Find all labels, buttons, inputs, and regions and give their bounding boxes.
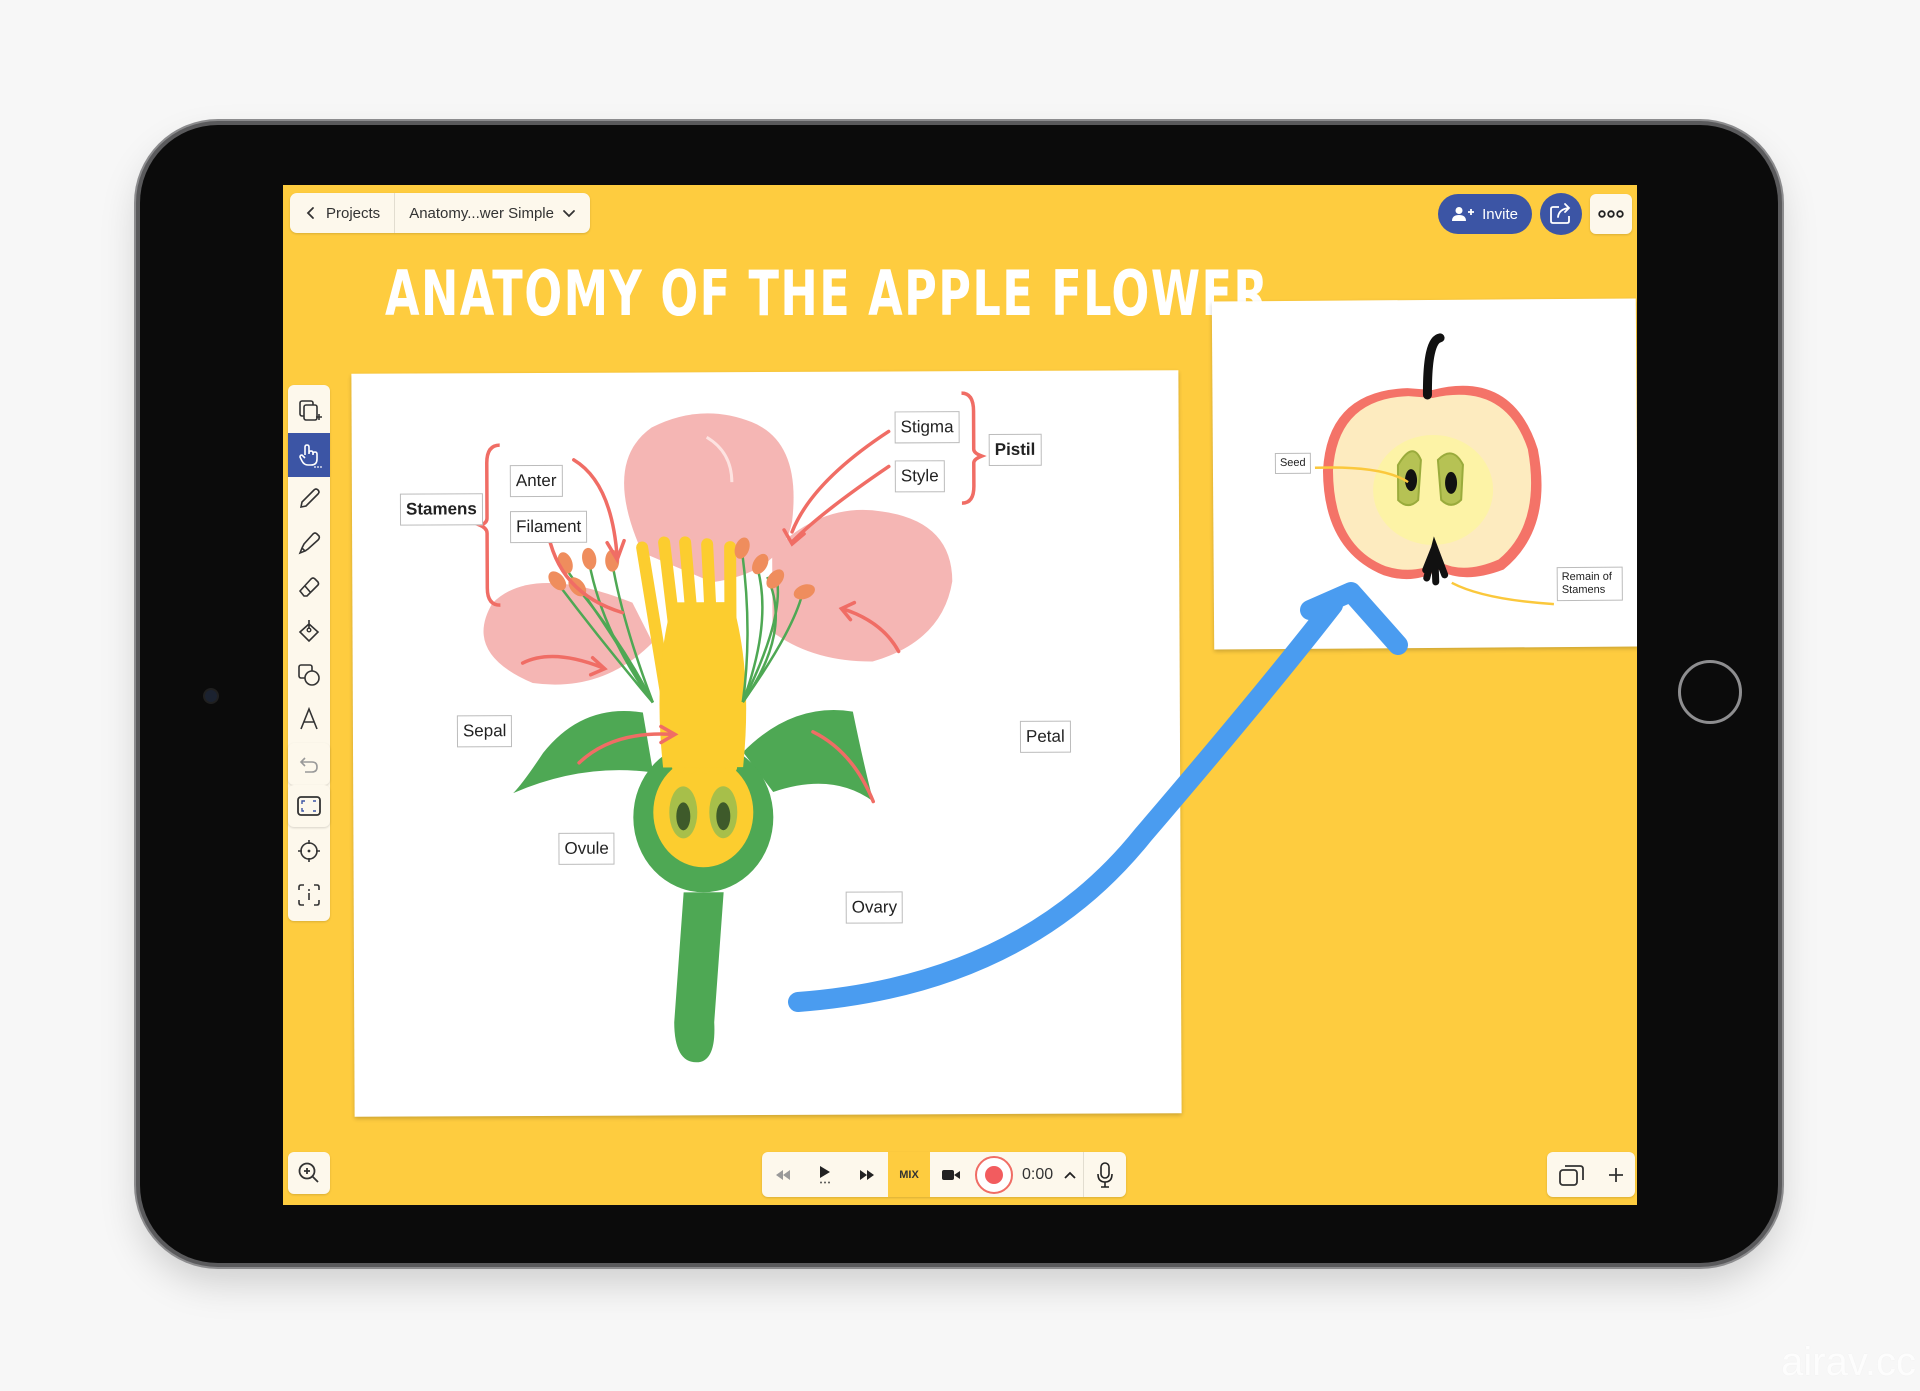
video-camera-icon [942,1169,960,1180]
tool-text[interactable] [288,697,330,741]
invite-button[interactable]: Invite [1438,194,1532,234]
info-frame-icon [298,884,320,906]
recording-time: 0:00 [1022,1165,1054,1183]
tool-hand[interactable] [288,433,330,477]
plus-icon[interactable] [1607,1166,1625,1184]
chevron-left-icon [306,207,314,219]
label-stigma[interactable]: Stigma [894,411,960,444]
play-icon [820,1166,830,1178]
home-button[interactable] [1678,660,1742,724]
fast-forward-icon [860,1169,874,1180]
pages-icon[interactable] [1558,1163,1586,1187]
watermark: airav.cc [1781,1340,1916,1384]
paint-bucket-icon [298,620,320,643]
chevron-down-icon [563,210,575,218]
flower-diagram-card[interactable]: Stamens Anter Filament Stigma Style Pist… [351,370,1182,1117]
more-icon [1598,210,1624,218]
undo-icon [299,757,318,773]
highlighter-icon [298,532,321,555]
share-button[interactable] [1540,193,1582,235]
label-petal[interactable]: Petal [1019,720,1071,753]
more-dots-icon [820,1181,830,1184]
pencil-icon [299,488,320,509]
tool-info[interactable] [288,873,330,917]
label-stamens[interactable]: Stamens [399,493,483,526]
document-switcher[interactable]: Anatomy...wer Simple [394,193,590,233]
back-label: Projects [326,204,381,222]
invite-label: Invite [1482,205,1518,223]
page-controls [1547,1152,1635,1197]
tool-pencil[interactable] [288,477,330,521]
nav-bar: Projects Anatomy...wer Simple [290,193,590,233]
chevron-up-icon [1064,1171,1076,1179]
tool-add-page[interactable] [288,389,330,433]
label-filament[interactable]: Filament [509,510,588,544]
microphone-button[interactable] [1083,1152,1126,1197]
tool-shapes[interactable] [288,653,330,697]
share-icon [1550,203,1571,224]
apple-core [1373,434,1494,545]
label-anter[interactable]: Anter [509,464,563,498]
frame-view-button[interactable] [288,785,330,827]
tool-eraser[interactable] [288,565,330,609]
top-actions: Invite [1438,193,1632,235]
zoom-button[interactable] [288,1152,330,1194]
sepal-left [513,710,654,794]
zoom-in-icon [298,1162,319,1183]
recording-bar: MIX 0:00 [762,1152,1127,1197]
fast-forward-button[interactable] [846,1152,888,1197]
play-button[interactable] [804,1152,846,1197]
add-user-icon [1452,207,1475,221]
tool-laser[interactable] [288,829,330,873]
record-button[interactable] [972,1152,1016,1197]
camera-button[interactable] [930,1152,972,1197]
text-icon [300,706,318,730]
label-pistil[interactable]: Pistil [988,433,1042,467]
microphone-icon [1097,1161,1113,1188]
stamens-arrow [1451,581,1554,606]
tool-marker[interactable] [288,521,330,565]
label-ovary[interactable]: Ovary [845,891,904,924]
front-camera [205,690,217,702]
ovary-core [653,757,754,868]
label-sepal[interactable]: Sepal [456,715,513,748]
petal-right [772,509,953,662]
mix-button[interactable]: MIX [888,1152,930,1197]
stem [674,892,724,1063]
app-screen: Projects Anatomy...wer Simple Invite ANA… [283,185,1637,1205]
tool-palette [288,385,330,921]
back-to-projects-button[interactable]: Projects [290,193,394,233]
board-title: ANATOMY OF THE APPLE FLOWER [385,257,1270,330]
rewind-icon [776,1169,790,1180]
rewind-button[interactable] [762,1152,804,1197]
more-button[interactable] [1590,194,1632,234]
shapes-icon [298,664,320,686]
add-page-icon [299,400,322,421]
label-style[interactable]: Style [894,460,945,493]
frame-icon [297,796,321,816]
tool-fill[interactable] [288,609,330,653]
label-ovule[interactable]: Ovule [558,832,615,865]
document-name: Anatomy...wer Simple [409,204,554,222]
undo-button[interactable] [288,743,330,785]
apple-diagram-card[interactable]: Seed Remain of Stamens [1211,298,1637,650]
crosshair-icon [298,840,320,862]
record-icon [975,1155,1013,1194]
label-seed[interactable]: Seed [1274,452,1311,475]
eraser-icon [298,577,320,597]
label-remain-of-stamens[interactable]: Remain of Stamens [1556,566,1623,602]
hand-pointer-icon [299,444,322,468]
apple-stem [1422,333,1445,400]
time-display[interactable]: 0:00 [1016,1152,1083,1197]
anter-arrow [572,458,619,560]
